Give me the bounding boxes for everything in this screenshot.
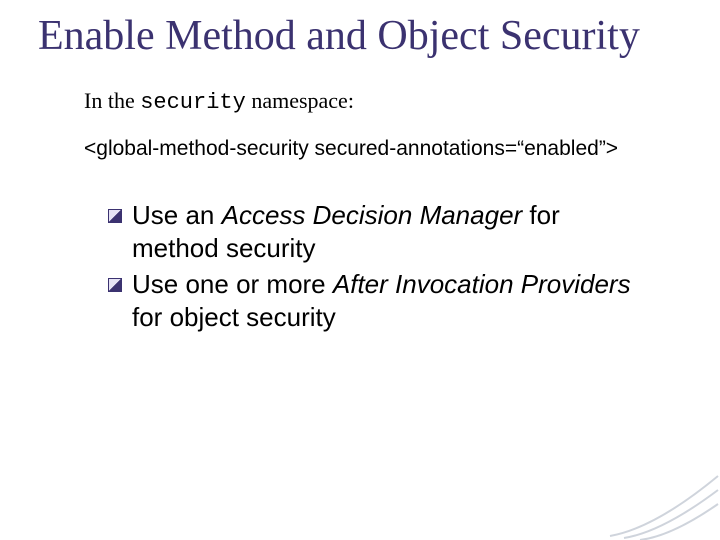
- bullet-emphasis: After Invocation Providers: [333, 269, 631, 299]
- intro-line: In the security namespace:: [84, 88, 690, 115]
- bullet-text: Use one or more After Invocation Provide…: [132, 268, 650, 333]
- bullet-text: Use an Access Decision Manager for metho…: [132, 199, 650, 264]
- intro-suffix: namespace:: [246, 88, 354, 113]
- list-item: Use one or more After Invocation Provide…: [108, 268, 650, 333]
- diamond-bullet-icon: [108, 278, 122, 292]
- bullet-post: for object security: [132, 302, 336, 332]
- bullet-list: Use an Access Decision Manager for metho…: [108, 199, 650, 333]
- intro-namespace: security: [140, 90, 246, 115]
- bullet-pre: Use an: [132, 200, 222, 230]
- bullet-pre: Use one or more: [132, 269, 333, 299]
- list-item: Use an Access Decision Manager for metho…: [108, 199, 650, 264]
- code-snippet: <global-method-security secured-annotati…: [84, 137, 690, 161]
- slide-title: Enable Method and Object Security: [38, 14, 690, 58]
- bullet-emphasis: Access Decision Manager: [222, 200, 523, 230]
- intro-prefix: In the: [84, 88, 140, 113]
- corner-decoration-icon: [600, 470, 720, 540]
- slide: Enable Method and Object Security In the…: [0, 0, 720, 540]
- diamond-bullet-icon: [108, 209, 122, 223]
